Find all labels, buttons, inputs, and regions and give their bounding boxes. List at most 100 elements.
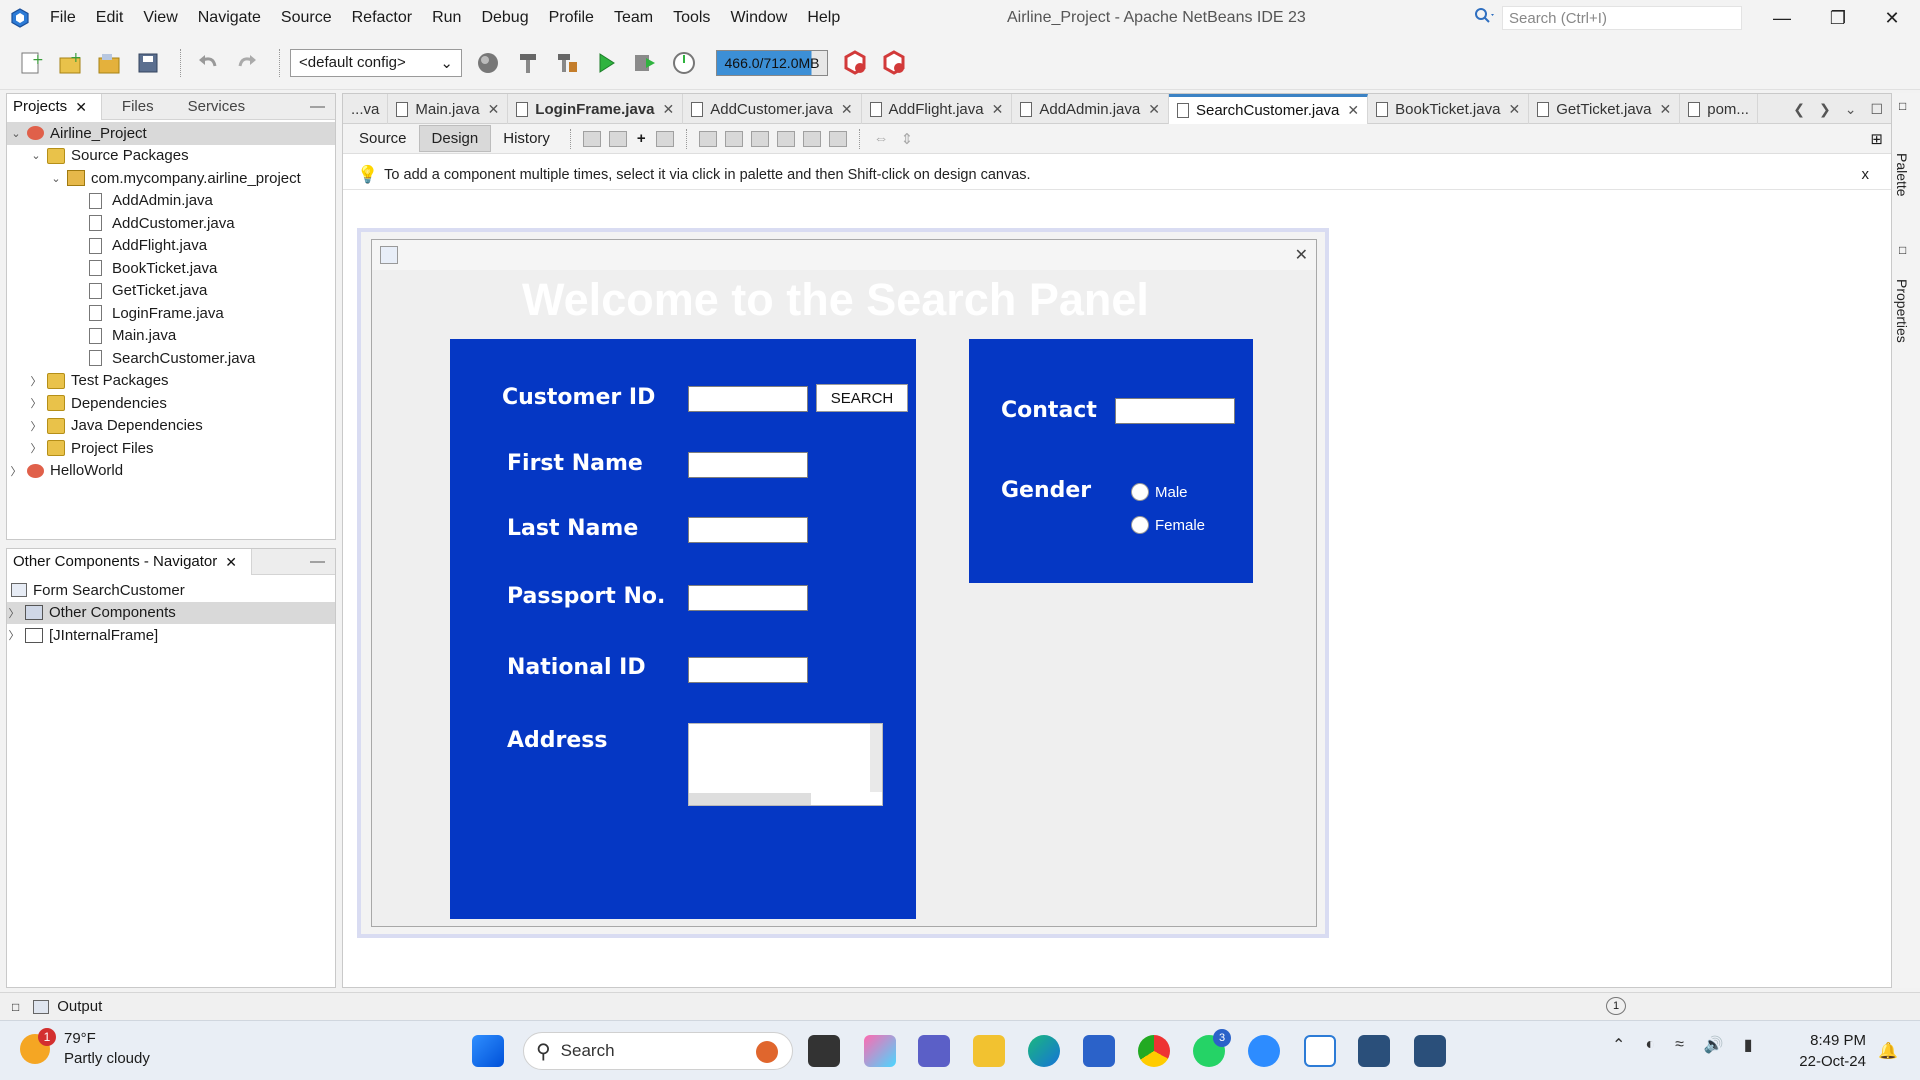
clean-build-icon[interactable] xyxy=(550,46,584,80)
netbeans-taskbar-icon[interactable] xyxy=(1304,1035,1336,1067)
minimize-panel-icon[interactable]: — xyxy=(310,549,325,575)
close-icon[interactable]: ✕ xyxy=(488,101,500,118)
nav-form-node[interactable]: Form SearchCustomer xyxy=(7,579,335,602)
menu-run[interactable]: Run xyxy=(422,0,471,36)
search-button[interactable]: SEARCH xyxy=(816,384,908,412)
output-tab[interactable]: Output xyxy=(57,998,102,1015)
weather-widget[interactable]: 1 79°F Partly cloudy xyxy=(20,1028,150,1069)
profile-icon[interactable] xyxy=(667,46,701,80)
window-icon[interactable]: □ xyxy=(1899,99,1906,113)
align-top-icon[interactable] xyxy=(776,130,795,147)
hint-close-button[interactable]: x xyxy=(1862,166,1870,183)
menu-edit[interactable]: Edit xyxy=(86,0,134,36)
java-app-icon[interactable] xyxy=(1358,1035,1390,1067)
tree-node[interactable]: Main.java xyxy=(7,325,335,348)
vertical-scrollbar[interactable] xyxy=(870,724,882,792)
notifications-badge[interactable]: 1 xyxy=(1606,997,1626,1015)
minimize-button[interactable]: — xyxy=(1754,0,1810,36)
teams-icon[interactable] xyxy=(918,1035,950,1067)
customer-id-field[interactable] xyxy=(688,386,808,412)
menu-team[interactable]: Team xyxy=(604,0,663,36)
file-tab[interactable]: ...va xyxy=(343,94,389,124)
debug-icon[interactable] xyxy=(628,46,662,80)
tree-node[interactable]: 〉 Java Dependencies xyxy=(7,415,335,438)
preview-design-icon[interactable] xyxy=(655,130,674,147)
menu-refactor[interactable]: Refactor xyxy=(342,0,422,36)
new-file-button[interactable]: + xyxy=(14,46,48,80)
restore-window-icon[interactable]: □ xyxy=(12,1000,19,1014)
menu-file[interactable]: File xyxy=(40,0,86,36)
taskbar-search[interactable]: ⚲ Search xyxy=(523,1032,793,1070)
file-tab[interactable]: AddFlight.java ✕ xyxy=(862,94,1013,124)
center-vertically-icon[interactable] xyxy=(828,130,847,147)
close-icon[interactable]: ✕ xyxy=(1347,102,1359,119)
build-hammer-icon[interactable] xyxy=(511,46,545,80)
chevron-right-icon[interactable]: 〉 xyxy=(29,440,43,456)
bell-icon[interactable]: 🔔 xyxy=(1878,1041,1898,1061)
chevron-down-icon[interactable]: ⌄ xyxy=(1845,101,1857,118)
file-tab[interactable]: Main.java ✕ xyxy=(388,94,509,124)
chrome-icon[interactable] xyxy=(1138,1035,1170,1067)
tab-services[interactable]: Services xyxy=(168,94,260,120)
passport-field[interactable] xyxy=(688,585,808,611)
close-icon[interactable]: ✕ xyxy=(1295,245,1308,265)
chevron-left-icon[interactable]: ❮ xyxy=(1793,101,1805,118)
close-icon[interactable]: ✕ xyxy=(663,101,675,118)
tree-node[interactable]: AddFlight.java xyxy=(7,235,335,258)
chevron-down-icon[interactable]: ⌄ xyxy=(29,149,43,162)
chevron-up-icon[interactable]: ⌃ xyxy=(1612,1035,1625,1055)
resize-horizontal-icon[interactable]: ⇔ xyxy=(874,130,889,147)
new-project-button[interactable]: + xyxy=(53,46,87,80)
tab-history[interactable]: History xyxy=(491,126,562,151)
connection-mode-icon[interactable] xyxy=(608,130,627,147)
file-tab[interactable]: GetTicket.java ✕ xyxy=(1529,94,1681,124)
selection-mode-icon[interactable] xyxy=(582,130,601,147)
tree-node[interactable]: ⌄ Source Packages xyxy=(7,145,335,168)
chevron-down-icon[interactable]: ⌄ xyxy=(9,127,23,140)
wifi-icon[interactable]: ≈ xyxy=(1675,1036,1684,1054)
vpn-icon[interactable]: ◐ xyxy=(1645,1036,1655,1054)
female-radio[interactable]: Female xyxy=(1131,516,1205,534)
tab-design[interactable]: Design xyxy=(418,125,492,152)
chevron-down-icon[interactable]: ⌄ xyxy=(49,172,63,185)
internal-frame[interactable]: ✕ Welcome to the Search Panel Customer I… xyxy=(371,239,1317,927)
tree-node[interactable]: 〉 Dependencies xyxy=(7,392,335,415)
close-icon[interactable]: ✕ xyxy=(1148,101,1160,118)
menu-source[interactable]: Source xyxy=(271,0,342,36)
contact-panel[interactable]: Contact Gender Male Female xyxy=(969,339,1253,583)
customer-info-panel[interactable]: Customer ID SEARCH First Name Last Name … xyxy=(450,339,916,919)
tree-node[interactable]: SearchCustomer.java xyxy=(7,347,335,370)
tree-node[interactable]: GetTicket.java xyxy=(7,280,335,303)
file-tab[interactable]: pom... xyxy=(1680,94,1758,124)
open-project-button[interactable] xyxy=(92,46,126,80)
last-name-field[interactable] xyxy=(688,517,808,543)
undo-icon[interactable] xyxy=(191,46,225,80)
windows-start-icon[interactable] xyxy=(472,1035,504,1067)
run-icon[interactable] xyxy=(589,46,623,80)
close-icon[interactable]: ✕ xyxy=(1660,101,1672,118)
close-window-button[interactable]: ✕ xyxy=(1864,0,1920,36)
first-name-field[interactable] xyxy=(688,452,808,478)
tree-node[interactable]: AddCustomer.java xyxy=(7,212,335,235)
national-id-field[interactable] xyxy=(688,657,808,683)
maximize-icon[interactable]: ☐ xyxy=(1870,101,1883,118)
whatsapp-icon[interactable]: 3 xyxy=(1193,1029,1231,1067)
chevron-right-icon[interactable]: 〉 xyxy=(9,463,23,479)
zoom-icon[interactable] xyxy=(1248,1035,1280,1067)
align-left-icon[interactable] xyxy=(698,130,717,147)
chevron-right-icon[interactable]: 〉 xyxy=(7,627,21,643)
align-bottom-icon[interactable] xyxy=(802,130,821,147)
contact-field[interactable] xyxy=(1115,398,1235,424)
menu-view[interactable]: View xyxy=(133,0,187,36)
store-icon[interactable] xyxy=(1083,1035,1115,1067)
tree-node[interactable]: AddAdmin.java xyxy=(7,190,335,213)
chevron-right-icon[interactable]: 〉 xyxy=(29,418,43,434)
close-icon[interactable]: ✕ xyxy=(1508,101,1520,118)
copilot-icon[interactable] xyxy=(864,1035,896,1067)
tree-node[interactable]: 〉 Test Packages xyxy=(7,370,335,393)
memory-indicator[interactable]: 466.0/712.0MB xyxy=(716,49,828,76)
redo-icon[interactable] xyxy=(230,46,264,80)
gc-icon[interactable] xyxy=(838,46,872,80)
battery-icon[interactable]: ▮ xyxy=(1744,1035,1753,1055)
tree-node[interactable]: ⌄ com.mycompany.airline_project xyxy=(7,167,335,190)
